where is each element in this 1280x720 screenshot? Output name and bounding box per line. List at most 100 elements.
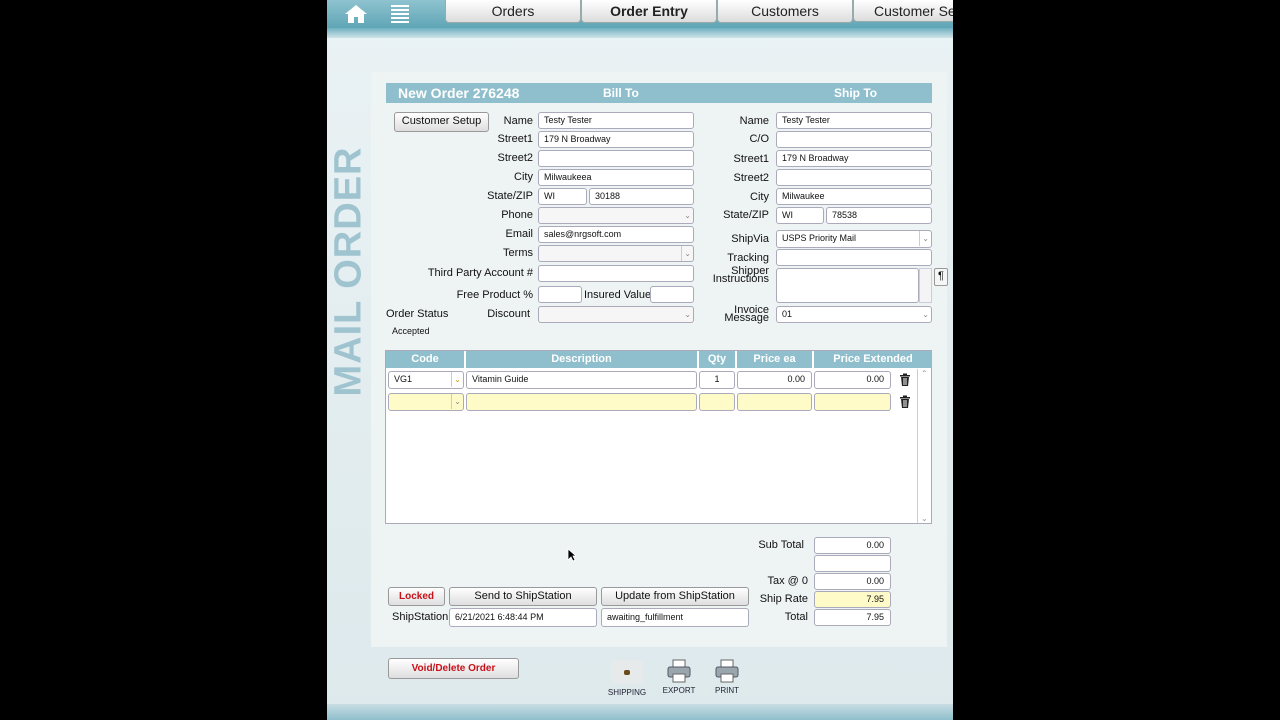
bill-email-field[interactable]: sales@nrgsoft.com	[538, 226, 694, 243]
tax-value: 0.00	[814, 573, 891, 590]
top-navigation-bar: Orders Order Entry Customers Customer Se…	[327, 0, 953, 38]
bill-street2-field[interactable]	[538, 150, 694, 167]
shipstation-label: ShipStation	[392, 611, 449, 623]
insured-value-field[interactable]	[650, 286, 694, 303]
send-to-shipstation-button[interactable]: Send to ShipStation	[449, 587, 597, 606]
col-header-price-ea[interactable]: Price ea	[737, 351, 812, 368]
ship-street2-field[interactable]	[776, 169, 932, 186]
col-header-qty[interactable]: Qty	[699, 351, 735, 368]
bill-phone-dropdown[interactable]: ⌄	[538, 207, 694, 224]
bill-name-field[interactable]: Testy Tester	[538, 112, 694, 129]
total-value: 7.95	[814, 609, 891, 626]
free-product-field[interactable]	[538, 286, 582, 303]
row1-description[interactable]: Vitamin Guide	[466, 371, 697, 389]
bill-city-field[interactable]: Milwaukeea	[538, 169, 694, 186]
third-party-label: Third Party Account #	[427, 267, 533, 279]
invoice-message-dropdown[interactable]: 01 ⌄	[776, 306, 932, 323]
tab-order-entry[interactable]: Order Entry	[581, 0, 717, 23]
printer-icon	[667, 659, 691, 683]
app-window: Orders Order Entry Customers Customer Se…	[327, 0, 953, 720]
row2-qty[interactable]	[699, 393, 735, 411]
tax-label: Tax @ 0	[767, 575, 808, 587]
ship-state-zip-label: State/ZIP	[723, 209, 769, 221]
tracking-field[interactable]	[776, 249, 932, 266]
locked-button[interactable]: Locked	[388, 587, 445, 606]
ship-street1-label: Street1	[733, 153, 769, 165]
chevron-up-icon[interactable]: ⌃	[921, 369, 928, 378]
shipping-label: SHIPPING	[607, 688, 647, 697]
instructions-scrollbar[interactable]	[919, 268, 932, 303]
row1-price-extended[interactable]: 0.00	[814, 371, 891, 389]
export-action[interactable]: EXPORT	[654, 656, 704, 695]
free-product-label: Free Product %	[456, 289, 533, 301]
row2-price-extended[interactable]	[814, 393, 891, 411]
chevron-down-icon: ⌄	[451, 372, 461, 387]
blank-total-field	[814, 555, 891, 572]
trash-icon[interactable]	[899, 395, 911, 409]
bill-terms-label: Terms	[503, 247, 533, 259]
invoice-message-value: 01	[782, 309, 793, 319]
row1-code: VG1	[394, 374, 413, 384]
row2-price-ea[interactable]	[737, 393, 812, 411]
tab-customers[interactable]: Customers	[717, 0, 853, 23]
ship-city-field[interactable]: Milwaukee	[776, 188, 932, 205]
bill-street2-label: Street2	[497, 152, 533, 164]
grid-scrollbar[interactable]: ⌃ ⌄	[917, 369, 932, 523]
shipping-action[interactable]: SHIPPING	[602, 656, 652, 697]
mouse-cursor-icon	[567, 548, 577, 562]
trash-icon[interactable]	[899, 373, 911, 387]
void-delete-order-button[interactable]: Void/Delete Order	[388, 658, 519, 679]
tracking-label: Tracking	[727, 252, 769, 264]
topbar-strip	[327, 28, 953, 38]
chevron-down-icon: ⌄	[922, 310, 929, 319]
home-icon[interactable]	[341, 2, 371, 26]
discount-dropdown[interactable]: ⌄	[538, 306, 694, 323]
chevron-down-icon: ⌄	[451, 394, 461, 409]
third-party-field[interactable]	[538, 265, 694, 282]
row1-code-dropdown[interactable]: VG1 ⌄	[388, 371, 464, 389]
shipping-icon	[611, 660, 643, 684]
ship-name-field[interactable]: Testy Tester	[776, 112, 932, 129]
ship-street1-field[interactable]: 179 N Broadway	[776, 150, 932, 167]
ship-rate-field[interactable]: 7.95	[814, 591, 891, 608]
subtotal-label: Sub Total	[758, 539, 804, 551]
ship-via-label: ShipVia	[731, 233, 769, 245]
update-from-shipstation-button[interactable]: Update from ShipStation	[601, 587, 749, 606]
bill-terms-dropdown[interactable]: ⌄	[538, 245, 694, 262]
ship-street2-label: Street2	[733, 172, 769, 184]
list-icon[interactable]	[385, 2, 415, 26]
export-label: EXPORT	[662, 686, 696, 695]
col-header-price-extended[interactable]: Price Extended	[814, 351, 932, 368]
bill-street1-field[interactable]: 179 N Broadway	[538, 131, 694, 148]
ship-via-dropdown[interactable]: USPS Priority Mail ⌄	[776, 230, 932, 248]
tab-orders[interactable]: Orders	[445, 0, 581, 23]
col-header-description[interactable]: Description	[466, 351, 697, 368]
sidebar-vertical-title: MAIL ORDER	[328, 140, 370, 397]
col-header-code[interactable]: Code	[386, 351, 464, 368]
bill-zip-field[interactable]: 30188	[589, 188, 694, 205]
ship-via-value: USPS Priority Mail	[782, 233, 857, 243]
order-status-value: Accepted	[392, 326, 430, 336]
ship-city-label: City	[750, 191, 769, 203]
print-action[interactable]: PRINT	[702, 656, 752, 695]
shipper-instructions-field[interactable]	[776, 268, 919, 303]
row2-description[interactable]	[466, 393, 697, 411]
bill-street1-label: Street1	[497, 133, 533, 145]
bill-state-field[interactable]: WI	[538, 188, 587, 205]
row1-qty[interactable]: 1	[699, 371, 735, 389]
paragraph-icon[interactable]: ¶	[934, 268, 948, 286]
chevron-down-icon: ⌄	[684, 310, 691, 319]
ship-rate-label: Ship Rate	[759, 593, 808, 605]
tab-customer-setup[interactable]: Customer Set	[853, 0, 953, 22]
row2-code-dropdown[interactable]: ⌄	[388, 393, 464, 411]
ship-state-field[interactable]: WI	[776, 207, 824, 224]
total-label: Total	[784, 611, 808, 623]
ship-zip-field[interactable]: 78538	[826, 207, 932, 224]
ship-co-field[interactable]	[776, 131, 932, 148]
chevron-down-icon[interactable]: ⌄	[921, 514, 928, 523]
ship-name-label: Name	[739, 115, 769, 127]
order-header: New Order 276248 Bill To Ship To	[386, 83, 932, 103]
row1-price-ea[interactable]: 0.00	[737, 371, 812, 389]
printer-icon	[715, 659, 739, 683]
chevron-down-icon: ⌄	[684, 211, 691, 220]
